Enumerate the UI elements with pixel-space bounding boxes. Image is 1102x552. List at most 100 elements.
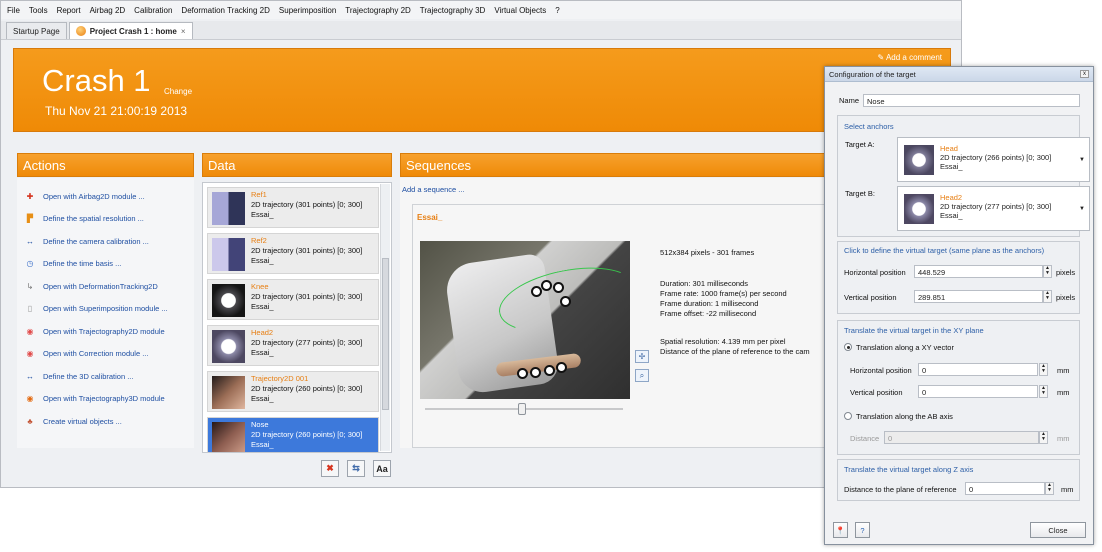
add-comment-link[interactable]: ✎ Add a comment <box>877 53 942 62</box>
data-item-name: Trajectory2D 001 <box>251 374 309 383</box>
menu-trajectography-2d[interactable]: Trajectography 2D <box>345 6 411 15</box>
translation-horizontal-field[interactable]: 0 <box>918 363 1038 376</box>
tracking-marker <box>556 362 567 373</box>
translation-horizontal-stepper[interactable]: ▲ ▼ <box>1039 363 1048 376</box>
data-item-selected[interactable]: Nose 2D trajectory (260 points) [0; 300]… <box>207 417 379 452</box>
frame-slider-handle[interactable] <box>518 403 526 415</box>
tab-label: Project Crash 1 : home <box>89 26 177 36</box>
translation-xy-radio[interactable] <box>844 343 852 351</box>
project-header: Crash 1 Change Thu Nov 21 21:00:19 2013 … <box>13 48 951 132</box>
dialog-title: Configuration of the target <box>825 67 1093 82</box>
menu-virtual-objects[interactable]: Virtual Objects <box>494 6 546 15</box>
target-b-dropdown[interactable]: Head2 2D trajectory (277 points) [0; 300… <box>897 186 1090 231</box>
action-superimposition[interactable]: ▯ Open with Superimposition module ... <box>17 298 194 321</box>
menu-help[interactable]: ? <box>555 6 559 15</box>
menu-calibration[interactable]: Calibration <box>134 6 172 15</box>
font-size-button[interactable]: Aa <box>373 460 391 477</box>
data-item[interactable]: Ref1 2D trajectory (301 points) [0; 300]… <box>207 187 379 228</box>
sequence-card: Essai_ ✢ ⌕ 512x384 pixels - 301 frames D… <box>412 204 826 448</box>
menu-deformation-tracking-2d[interactable]: Deformation Tracking 2D <box>181 6 269 15</box>
name-field[interactable]: Nose <box>863 94 1080 107</box>
frame-rate-text: Frame rate: 1000 frame(s) per second <box>660 289 787 298</box>
data-item[interactable]: Trajectory2D 001 2D trajectory (260 poin… <box>207 371 379 412</box>
target-a-description: 2D trajectory (266 points) [0; 300] <box>940 153 1052 162</box>
add-sequence-link[interactable]: Add a sequence ... <box>402 185 465 194</box>
data-item[interactable]: Knee 2D trajectory (301 points) [0; 300]… <box>207 279 379 320</box>
ring-thumbnail <box>212 330 245 363</box>
action-time-basis[interactable]: ◷ Define the time basis ... <box>17 253 194 276</box>
translation-vertical-label: Vertical position <box>850 388 903 397</box>
translation-vertical-field[interactable]: 0 <box>918 385 1038 398</box>
data-item-description: 2D trajectory (277 points) [0; 300] <box>251 338 363 347</box>
menu-airbag-2d[interactable]: Airbag 2D <box>90 6 126 15</box>
pin-button[interactable]: 📍 <box>833 522 848 538</box>
help-button[interactable]: ? <box>855 522 870 538</box>
translation-vertical-stepper[interactable]: ▲ ▼ <box>1039 385 1048 398</box>
change-title-link[interactable]: Change <box>164 87 192 96</box>
sequences-area: Add a sequence ... Essai_ ✢ ⌕ 512x384 pi… <box>400 178 826 448</box>
data-item-description: 2D trajectory (301 points) [0; 300] <box>251 292 363 301</box>
ruler-icon: ▛ <box>26 214 34 224</box>
close-button[interactable]: Close <box>1030 522 1086 538</box>
menu-tools[interactable]: Tools <box>29 6 48 15</box>
menu-superimposition[interactable]: Superimposition <box>279 6 336 15</box>
data-item[interactable]: Head2 2D trajectory (277 points) [0; 300… <box>207 325 379 366</box>
data-item-owner: Essai_ <box>251 394 274 403</box>
mm-unit: mm <box>1057 366 1070 375</box>
action-virtual-objects[interactable]: ♣ Create virtual objects ... <box>17 410 194 433</box>
sequences-header: Sequences <box>400 153 826 177</box>
ring-thumbnail <box>212 284 245 317</box>
delete-button[interactable]: ✖ <box>321 460 339 477</box>
tracking-marker <box>541 280 552 291</box>
center-view-button[interactable]: ✢ <box>635 350 649 363</box>
translation-ab-label: Translation along the AB axis <box>856 412 953 421</box>
arrows-icon: ↔ <box>26 236 34 246</box>
menu-trajectography-3d[interactable]: Trajectography 3D <box>420 6 486 15</box>
target-a-owner: Essai_ <box>940 162 963 171</box>
select-anchors-label: Select anchors <box>844 122 894 131</box>
close-tab-icon[interactable]: × <box>181 27 186 36</box>
action-3d-calibration[interactable]: ↔ Define the 3D calibration ... <box>17 365 194 388</box>
action-airbag2d[interactable]: ✚ Open with Airbag2D module ... <box>17 185 194 208</box>
main-window: File Tools Report Airbag 2D Calibration … <box>0 0 962 488</box>
data-scrollbar[interactable] <box>380 184 390 451</box>
distance-stepper[interactable]: ▲ ▼ <box>1039 431 1048 444</box>
action-trajectography3d[interactable]: ◉ Open with Trajectography3D module <box>17 388 194 411</box>
translate-xy-section: Translate the virtual target in the XY p… <box>837 320 1080 455</box>
action-camera-calibration[interactable]: ↔ Define the camera calibration ... <box>17 230 194 253</box>
menu-report[interactable]: Report <box>57 6 81 15</box>
action-trajectography2d[interactable]: ◉ Open with Trajectography2D module <box>17 320 194 343</box>
define-virtual-target-link[interactable]: Click to define the virtual target (same… <box>844 246 1044 255</box>
tab-project-crash-home[interactable]: Project Crash 1 : home × <box>68 22 193 39</box>
swap-button[interactable]: ⇆ <box>347 460 365 477</box>
target-a-dropdown[interactable]: Head 2D trajectory (266 points) [0; 300]… <box>897 137 1090 182</box>
horizontal-position-stepper[interactable]: ▲ ▼ <box>1043 265 1052 278</box>
menu-file[interactable]: File <box>7 6 20 15</box>
data-item[interactable]: Ref2 2D trajectory (301 points) [0; 300]… <box>207 233 379 274</box>
plane-distance-label: Distance to the plane of reference <box>844 485 957 494</box>
target-a-name: Head <box>940 144 958 153</box>
vertical-position-field[interactable]: 289.851 <box>914 290 1043 303</box>
sequence-timing: Duration: 301 milliseconds Frame rate: 1… <box>660 279 787 319</box>
data-list: Ref1 2D trajectory (301 points) [0; 300]… <box>202 182 392 453</box>
tracking-marker <box>530 367 541 378</box>
translate-z-section: Translate the virtual target along Z axi… <box>837 459 1080 501</box>
plane-distance-stepper[interactable]: ▲ ▼ <box>1045 482 1054 495</box>
dialog-close-icon[interactable]: x <box>1080 70 1089 78</box>
translation-ab-radio[interactable] <box>844 412 852 420</box>
distance-field[interactable]: 0 <box>884 431 1039 444</box>
tab-startup-page[interactable]: Startup Page <box>6 22 67 39</box>
scrollbar-thumb[interactable] <box>382 258 389 410</box>
horizontal-position-field[interactable]: 448.529 <box>914 265 1043 278</box>
tracking-marker <box>531 286 542 297</box>
spatial-resolution-text: Spatial resolution: 4.139 mm per pixel <box>660 337 786 346</box>
head2-thumbnail <box>904 194 934 224</box>
action-correction[interactable]: ◉ Open with Correction module ... <box>17 343 194 366</box>
action-deformation-tracking[interactable]: ↳ Open with DeformationTracking2D <box>17 275 194 298</box>
plane-distance-field[interactable]: 0 <box>965 482 1045 495</box>
head-thumbnail <box>904 145 934 175</box>
video-preview[interactable] <box>420 241 630 399</box>
zoom-button[interactable]: ⌕ <box>635 369 649 382</box>
vertical-position-stepper[interactable]: ▲ ▼ <box>1043 290 1052 303</box>
action-spatial-resolution[interactable]: ▛ Define the spatial resolution ... <box>17 208 194 231</box>
